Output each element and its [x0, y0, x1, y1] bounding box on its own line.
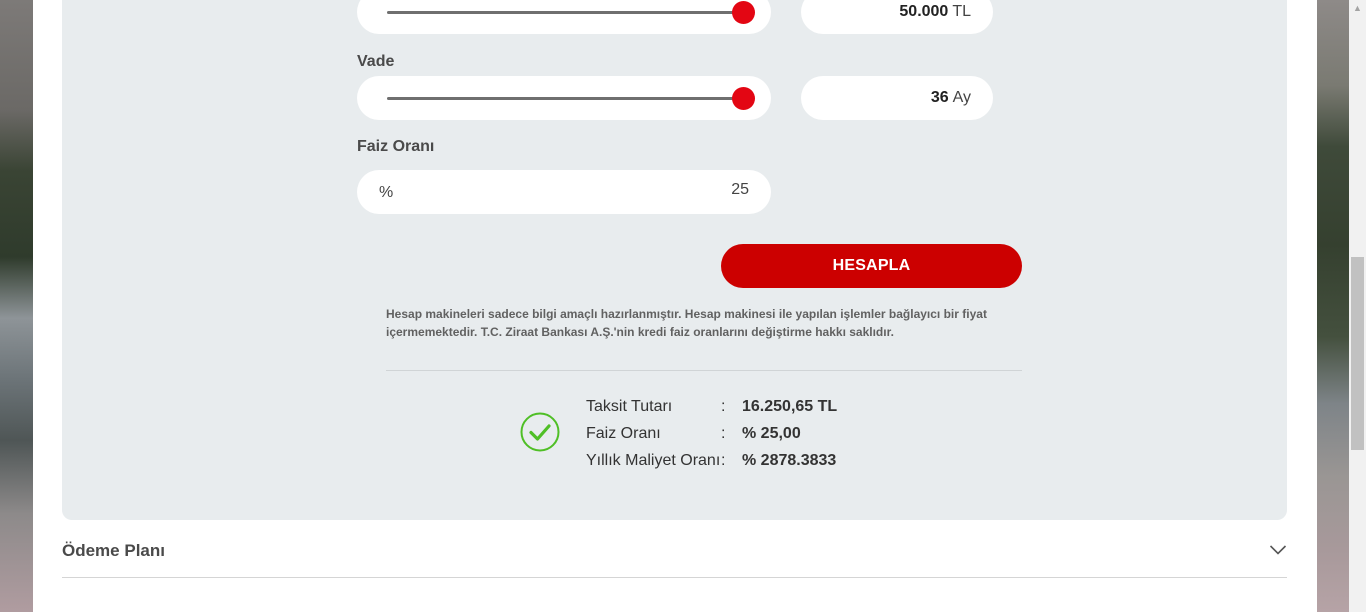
vertical-scrollbar[interactable]: ▲: [1349, 0, 1366, 612]
result-value: 16.250,65 TL: [742, 398, 838, 415]
payment-plan-toggle[interactable]: Ödeme Planı: [62, 538, 1287, 578]
rate-input[interactable]: % 25: [357, 170, 771, 214]
result-colon: :: [721, 398, 726, 415]
background-photo-right: [1317, 0, 1349, 612]
term-input[interactable]: 36 Ay: [801, 76, 993, 120]
term-slider[interactable]: [357, 76, 771, 120]
scrollbar-thumb[interactable]: [1351, 257, 1364, 450]
result-value: % 25,00: [742, 425, 801, 442]
result-label: Yıllık Maliyet Oranı: [586, 452, 721, 469]
payment-plan-divider: [62, 577, 1287, 578]
payment-plan-title: Ödeme Planı: [62, 541, 165, 560]
term-value: 36: [930, 89, 949, 106]
term-slider-track[interactable]: [387, 97, 743, 100]
check-circle-icon: [520, 412, 560, 452]
background-photo-left: [0, 0, 33, 612]
amount-slider-track[interactable]: [387, 11, 743, 14]
amount-unit: TL: [952, 3, 971, 20]
rate-percent-prefix: %: [379, 184, 394, 201]
amount-value: 50.000: [899, 3, 949, 20]
chevron-down-icon[interactable]: [1269, 544, 1287, 556]
result-label: Faiz Oranı: [586, 425, 661, 442]
result-colon: :: [721, 452, 726, 469]
calculator-panel: 50.000 TL Vade 36 Ay Faiz Oranı % 25 HESAP…: [62, 0, 1287, 520]
scroll-up-arrow-icon[interactable]: ▲: [1349, 0, 1366, 17]
term-label: Vade: [357, 53, 395, 70]
rate-label: Faiz Oranı: [357, 138, 435, 155]
amount-slider[interactable]: [357, 0, 771, 34]
rate-value: 25: [731, 181, 749, 198]
disclaimer-text: Hesap makineleri sadece bilgi amaçlı haz…: [386, 307, 987, 339]
term-slider-handle[interactable]: [732, 87, 755, 110]
term-unit: Ay: [952, 89, 971, 106]
result-colon: :: [721, 425, 726, 442]
results-divider: [386, 370, 1022, 371]
result-value: % 2878.3833: [742, 452, 837, 469]
amount-input[interactable]: 50.000 TL: [801, 0, 993, 34]
page-content: 50.000 TL Vade 36 Ay Faiz Oranı % 25 HESAP…: [33, 0, 1317, 612]
amount-slider-handle[interactable]: [732, 1, 755, 24]
result-label: Taksit Tutarı: [586, 398, 673, 415]
calculate-button[interactable]: HESAPLA: [721, 244, 1022, 288]
